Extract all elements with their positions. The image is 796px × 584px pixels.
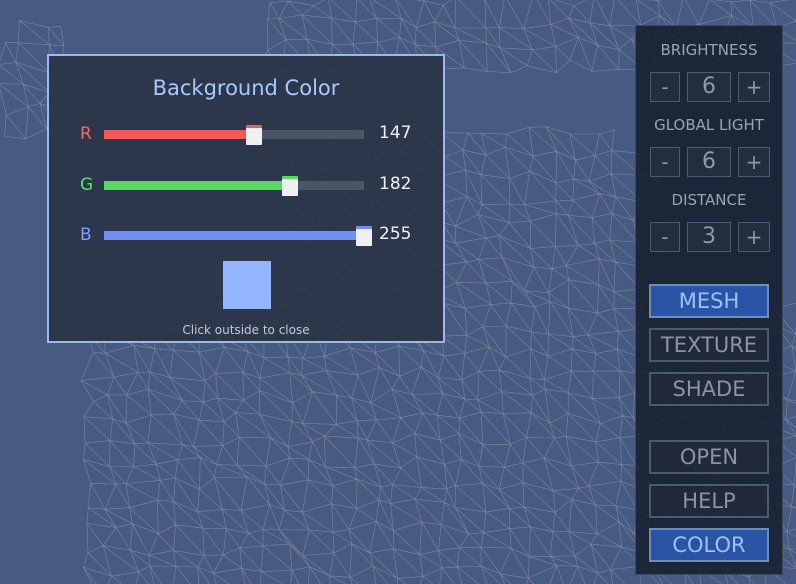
blue-value: 255	[379, 224, 412, 244]
blue-label: B	[80, 225, 92, 245]
green-slider-row: G 182	[49, 173, 443, 199]
background-color-dialog: Background Color R 147 G 182 B 255 Click…	[47, 54, 445, 343]
global-light-label: GLOBAL LIGHT	[654, 116, 764, 134]
help-button[interactable]: HELP	[649, 484, 769, 518]
close-hint: Click outside to close	[182, 323, 310, 337]
red-label: R	[80, 124, 92, 144]
brightness-increase-button[interactable]: +	[738, 72, 770, 102]
color-button[interactable]: COLOR	[649, 528, 769, 562]
shade-button[interactable]: SHADE	[649, 372, 769, 406]
blue-slider-thumb[interactable]	[356, 226, 372, 246]
distance-value: 3	[687, 222, 731, 252]
green-label: G	[80, 175, 94, 195]
mesh-button[interactable]: MESH	[649, 284, 769, 318]
dialog-title: Background Color	[152, 76, 340, 100]
blue-slider[interactable]	[104, 226, 372, 246]
red-slider-thumb[interactable]	[245, 125, 262, 145]
red-value: 147	[379, 123, 412, 143]
red-slider-fill	[104, 130, 254, 139]
brightness-label: BRIGHTNESS	[660, 41, 758, 59]
color-preview-swatch	[223, 261, 271, 309]
distance-increase-button[interactable]: +	[738, 222, 770, 252]
global-light-value: 6	[687, 147, 731, 177]
global-light-increase-button[interactable]: +	[738, 147, 770, 177]
red-slider[interactable]	[104, 125, 364, 145]
texture-button[interactable]: TEXTURE	[649, 328, 769, 362]
distance-label: DISTANCE	[671, 191, 747, 209]
green-slider[interactable]	[104, 176, 364, 196]
control-panel: BRIGHTNESS - 6 + GLOBAL LIGHT - 6 + DIST…	[635, 25, 783, 575]
brightness-value: 6	[687, 72, 731, 102]
green-value: 182	[379, 174, 412, 194]
brightness-decrease-button[interactable]: -	[650, 72, 680, 102]
distance-decrease-button[interactable]: -	[650, 222, 680, 252]
global-light-decrease-button[interactable]: -	[650, 147, 680, 177]
green-slider-fill	[104, 181, 290, 190]
red-slider-row: R 147	[49, 122, 443, 148]
distance-stepper: - 3 +	[650, 222, 770, 254]
open-button[interactable]: OPEN	[649, 440, 769, 474]
blue-slider-fill	[104, 231, 364, 240]
brightness-stepper: - 6 +	[650, 72, 770, 104]
blue-slider-row: B 255	[49, 223, 443, 249]
global-light-stepper: - 6 +	[650, 147, 770, 179]
green-slider-thumb[interactable]	[281, 176, 298, 196]
